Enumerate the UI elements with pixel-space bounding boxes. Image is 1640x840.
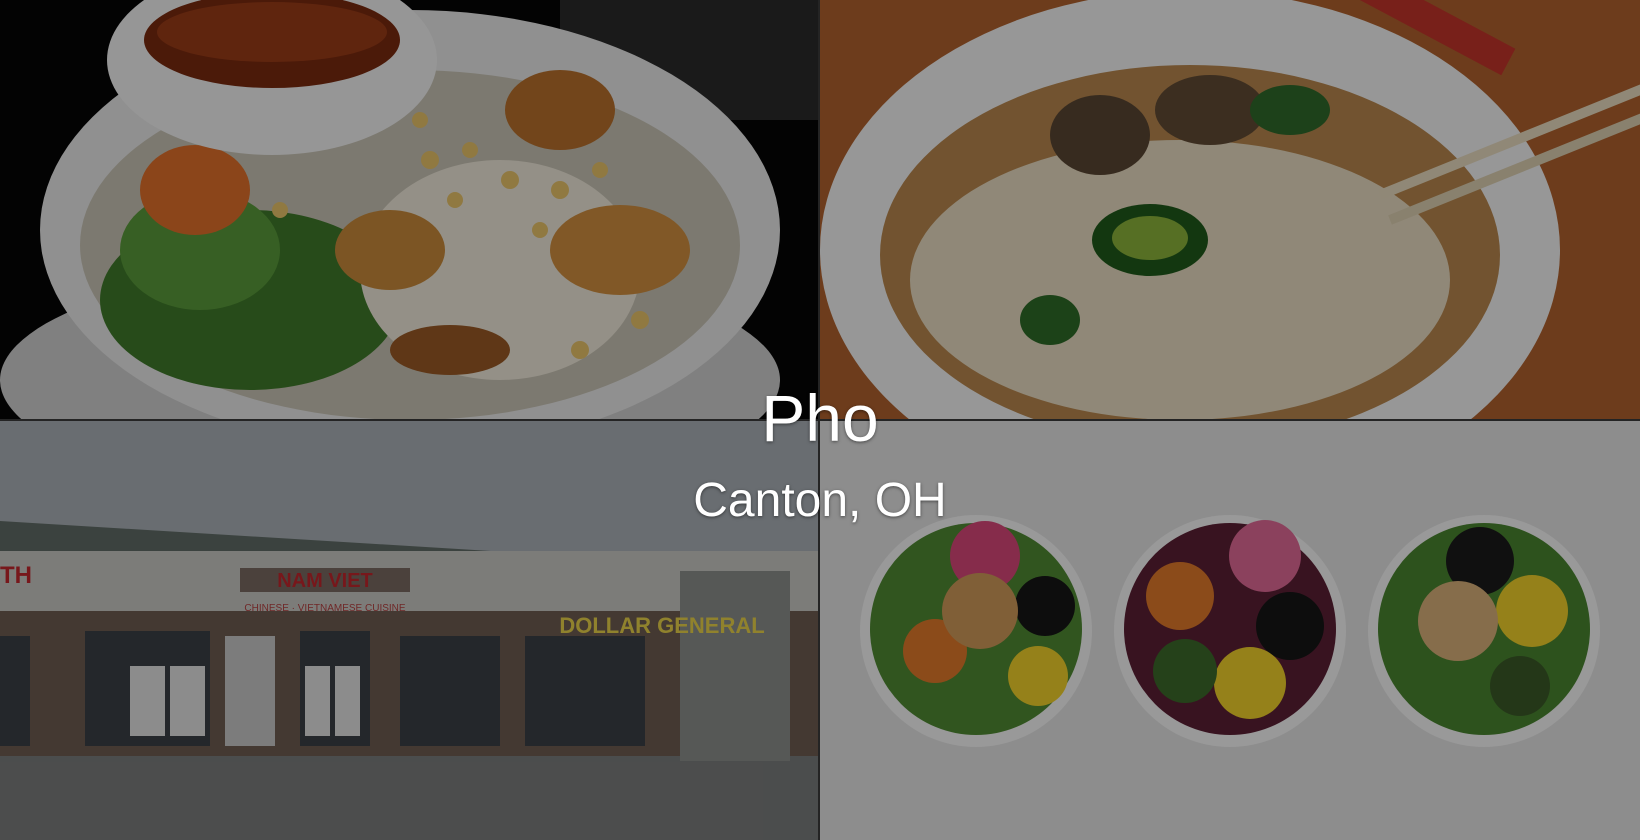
hero-location: Canton, OH	[693, 474, 947, 527]
restaurant-sign: NAM VIET	[277, 570, 373, 592]
vermicelli-bowl-photo	[0, 0, 818, 419]
pho-soup-photo	[820, 0, 1640, 419]
dollar-general-sign: DOLLAR GENERAL	[559, 613, 764, 638]
restaurant-subsign: CHINESE · VIETNAMESE CUISINE	[244, 603, 405, 614]
hero-title: Pho	[761, 381, 879, 455]
left-edge-sign: TH	[0, 562, 32, 589]
